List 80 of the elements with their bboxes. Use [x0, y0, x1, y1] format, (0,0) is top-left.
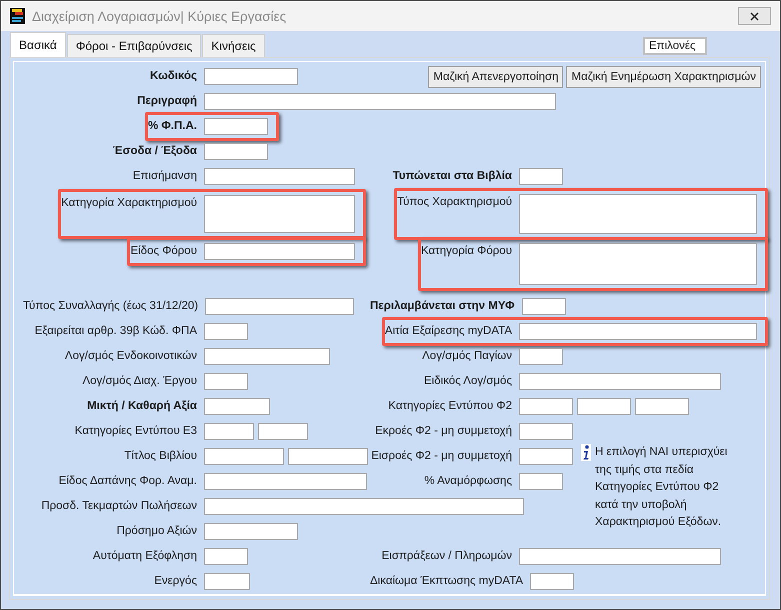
field-label: Τύπος Χαρακτηρισμού [397, 195, 513, 210]
info-icon [581, 444, 591, 461]
input-field[interactable] [519, 448, 573, 465]
field-label: Έσοδα / Έξοδα [112, 144, 198, 159]
input-field[interactable] [522, 298, 566, 315]
field-label: Ειδικός Λογ/σμός [424, 374, 513, 389]
input-field[interactable] [204, 448, 284, 465]
field-label: Κατηγορία Χαρακτηρισμού [61, 196, 198, 211]
field-label: Λογ/σμός Ενδοκοινοτικών [64, 349, 198, 364]
info-text: Η επιλογή ΝΑΙ υπερισχύει της τιμής στα πεδία Κατηγορίες Εντύπου Φ2 κατά την υποβολή Χαρακτηρισμού Εξόδων. [595, 445, 728, 530]
tab[interactable]: Κινήσεις [202, 34, 265, 57]
input-field[interactable] [530, 573, 574, 590]
input-field[interactable] [204, 473, 367, 490]
action-button[interactable]: Μαζική Απενεργοποίηση [428, 66, 564, 88]
input-field[interactable] [204, 323, 248, 340]
window-title: Διαχείριση Λογαριασμών| Κύριες Εργασίες [32, 8, 288, 24]
input-field[interactable] [577, 398, 631, 415]
field-label: Εισροές Φ2 - μη συμμετοχή [371, 449, 513, 464]
field-label: Επισήμανση [132, 169, 198, 184]
input-field[interactable] [204, 243, 355, 260]
close-button[interactable] [738, 7, 771, 25]
input-field[interactable] [519, 473, 563, 490]
input-field[interactable] [519, 243, 757, 285]
field-label: Είδος Δαπάνης Φορ. Αναμ. [58, 474, 198, 489]
field-label: % Φ.Π.Α. [148, 119, 198, 134]
input-field[interactable] [204, 523, 298, 540]
input-field[interactable] [204, 548, 248, 565]
input-field[interactable] [519, 398, 573, 415]
field-label: Κατηγορία Φόρου [420, 244, 513, 259]
input-field[interactable] [204, 168, 355, 185]
input-field[interactable] [288, 448, 368, 465]
action-button[interactable]: Μαζική Ενημέρωση Χαρακτηρισμών [566, 66, 761, 88]
input-field[interactable] [519, 423, 573, 440]
field-label: Εισπράξεων / Πληρωμών [382, 549, 513, 564]
input-field[interactable] [258, 423, 308, 440]
field-label: Λογ/σμός Διαχ. Έργου [82, 374, 198, 389]
input-field[interactable] [204, 348, 330, 365]
input-field[interactable] [204, 143, 268, 160]
field-label: Ενεργός [154, 574, 198, 589]
field-label: Τίτλος Βιβλίου [124, 449, 198, 464]
input-field[interactable] [204, 93, 556, 110]
field-label: Λογ/σμός Παγίων [422, 349, 513, 364]
field-label: Πρόσημο Αξιών [116, 524, 198, 539]
input-field[interactable] [204, 195, 355, 233]
input-field[interactable] [205, 298, 354, 315]
input-field[interactable] [204, 398, 270, 415]
input-field[interactable] [519, 323, 757, 340]
field-label: Περιγραφή [137, 94, 198, 109]
field-label: % Αναμόρφωσης [424, 474, 513, 489]
field-label: Τυπώνεται στα Βιβλία [392, 169, 513, 184]
field-label: Αυτόματη Εξόφληση [92, 549, 198, 564]
field-label: Τύπος Συναλλαγής (έως 31/12/20) [23, 299, 200, 314]
field-label: Προσδ. Τεκμαρτών Πωλήσεων [41, 499, 198, 514]
input-field[interactable] [204, 373, 248, 390]
input-field[interactable] [204, 118, 268, 135]
input-field[interactable] [519, 168, 563, 185]
input-field[interactable] [204, 573, 250, 590]
input-field[interactable] [204, 498, 524, 515]
close-icon [750, 12, 759, 20]
field-label: Εξαιρείται αρθρ. 39β Κώδ. ΦΠΑ [34, 324, 198, 339]
field-label: Αιτία Εξαίρεσης myDATA [384, 324, 513, 339]
tab[interactable]: Βασικά [10, 32, 66, 57]
field-label: Κωδικός [150, 69, 198, 84]
field-label: Περιλαμβάνεται στην ΜΥΦ [370, 299, 516, 314]
tab[interactable]: Φόροι - Επιβαρύνσεις [66, 34, 202, 57]
field-label: Κατηγορίες Εντύπου Ε3 [74, 424, 198, 439]
field-label: Είδος Φόρου [130, 244, 198, 259]
options-field[interactable]: Επιλονές [643, 37, 707, 55]
field-label: Μικτή / Καθαρή Αξία [87, 399, 198, 414]
input-field[interactable] [635, 398, 689, 415]
input-field[interactable] [204, 68, 298, 85]
input-field[interactable] [519, 548, 721, 565]
field-label: Εκροές Φ2 - μη συμμετοχή [375, 424, 513, 439]
input-field[interactable] [519, 194, 757, 234]
field-label: Δικαίωμα Έκπτωσης myDATA [370, 574, 524, 589]
input-field[interactable] [519, 373, 721, 390]
field-label: Κατηγορίες Εντύπου Φ2 [388, 399, 513, 414]
app-icon [10, 8, 25, 24]
input-field[interactable] [519, 348, 563, 365]
input-field[interactable] [204, 423, 254, 440]
